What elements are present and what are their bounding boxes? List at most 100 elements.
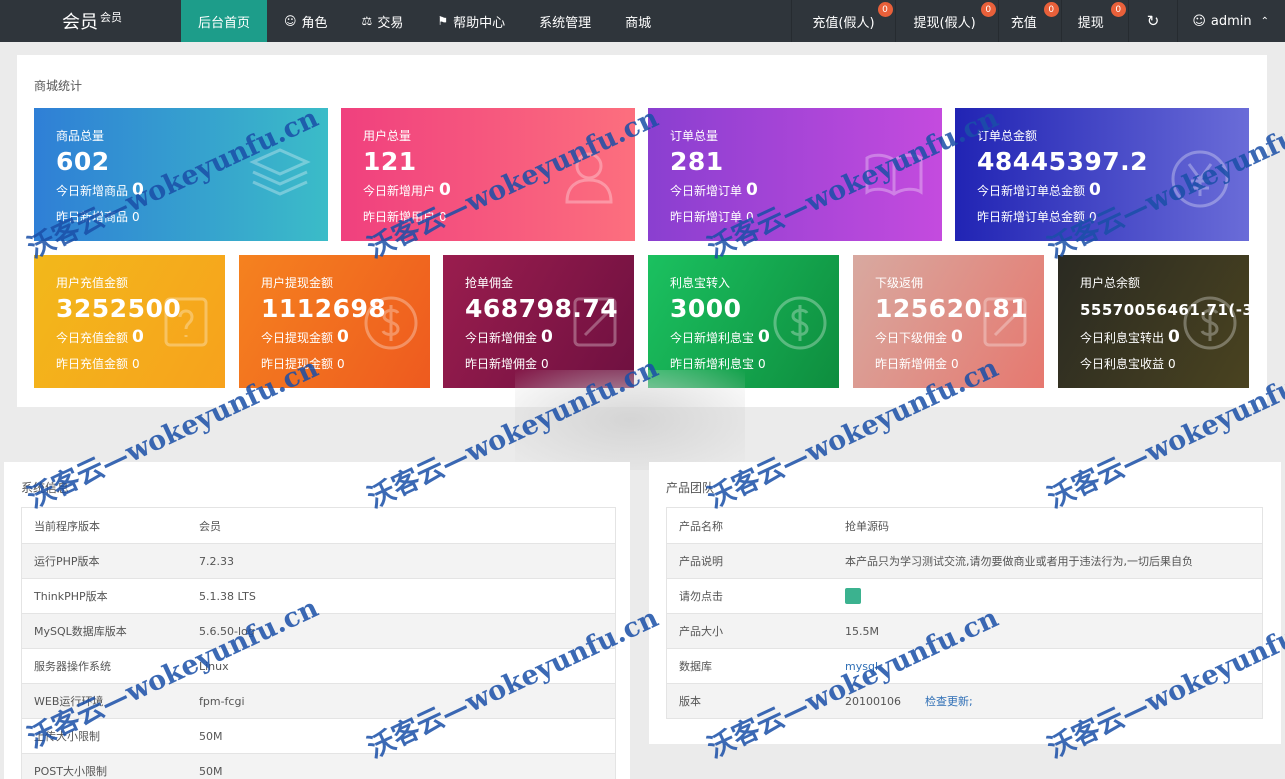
today-value: 0 [439,180,451,200]
yesterday-label: 昨日充值金额 [56,357,129,371]
row-key: 产品大小 [679,625,723,638]
nav-label: 角色 [301,15,328,31]
nav-item-system[interactable]: 系统管理 [522,0,608,42]
panel-title: 系统信息 [21,481,70,495]
row-key: 当前程序版本 [34,519,100,533]
edit-icon [573,297,617,347]
users-icon [565,152,613,204]
row-value: 7.2.33 [199,554,234,568]
caret-up-icon: ⌃ [1260,15,1269,27]
table-row: 版本 20100106 检查更新; [667,683,1262,718]
row-key: POST大小限制 [34,765,107,778]
nav-item-roles[interactable]: ☺ 角色 [267,0,345,42]
scale-icon: ⚖ [361,14,373,28]
row-value: Linux [199,659,229,673]
card-label: 利息宝转入 [670,276,731,290]
stat-card-total-balance[interactable]: 用户总余额 55570056461.71(-3149.0 今日利息宝转出0 今日… [1058,255,1249,388]
yesterday-value: 0 [758,357,766,371]
yesterday-label: 昨日新增佣金 [875,357,948,371]
row-key: 版本 [679,695,701,708]
card-today: 今日充值金额 0 [56,327,144,347]
row-value: 5.6.50-log [199,624,255,638]
card-label: 抢单佣金 [465,276,514,290]
table-row: WEB运行环境 fpm-fcgi [22,683,615,718]
yesterday-value: 0 [951,357,959,371]
nav-withdraw-fake[interactable]: 提现(假人) 0 [894,0,998,42]
row-value: 50M [199,729,223,743]
yen-icon [1171,150,1229,208]
yesterday-value: 0 [1168,357,1176,371]
card-label: 下级返佣 [875,276,924,290]
yesterday-label: 昨日新增订单总金额 [977,210,1086,224]
main-nav: 后台首页 ☺ 角色 ⚖ 交易 ⚑ 帮助中心 系统管理 商城 [181,0,668,42]
check-update-link[interactable]: 检查更新; [925,693,973,709]
stat-card-orders[interactable]: 订单总量 281 今日新增订单 0 昨日新增订单 0 [648,108,942,241]
system-info-panel: 系统信息 当前程序版本 会员 运行PHP版本 7.2.33 ThinkPHP版本 5.… [4,462,630,779]
refresh-button[interactable]: ↻ [1127,0,1178,42]
layers-icon [249,148,311,196]
user-menu[interactable]: ☺ admin ⌃ [1177,0,1285,42]
stat-card-withdraw[interactable]: 用户提现金额 1112698 今日提现金额 0 昨日提现金额 0 [239,255,430,388]
yesterday-label: 昨日新增订单 [670,210,743,224]
nav-item-help[interactable]: ⚑ 帮助中心 [420,0,522,42]
today-label: 今日新增订单总金额 [977,184,1086,198]
row-value: 15.5M [845,624,879,638]
card-yesterday: 昨日新增订单总金额 0 [977,208,1097,225]
today-label: 今日下级佣金 [875,331,948,345]
today-value: 0 [1168,327,1180,347]
row-key: WEB运行环境 [34,695,104,708]
today-value: 0 [337,327,349,347]
yesterday-label: 昨日新增商品 [56,210,129,224]
card-value: 48445397.2 [977,147,1149,176]
stat-card-order-amount[interactable]: 订单总金额 48445397.2 今日新增订单总金额 0 昨日新增订单总金额 0 [955,108,1249,241]
table-row: 当前程序版本 会员 [22,508,615,543]
stat-card-commission[interactable]: 抢单佣金 468798.74 今日新增佣金 0 昨日新增佣金 0 [443,255,634,388]
nav-item-home[interactable]: 后台首页 [181,0,268,42]
table-row: 数据库 mysql [667,648,1262,683]
stat-card-interest-in[interactable]: 利息宝转入 3000 今日新增利息宝 0 昨日新增利息宝 0 [648,255,839,388]
yesterday-value: 0 [132,357,140,371]
nav-item-mall[interactable]: 商城 [608,0,668,42]
card-today: 今日新增订单 0 [670,180,758,200]
card-yesterday: 昨日新增订单 0 [670,208,754,225]
card-value: 602 [56,147,110,176]
count-badge: 0 [980,2,996,17]
nav-label: 充值(假人) [812,15,875,31]
brand-name: 会员 [62,12,98,33]
brand-logo[interactable]: 会员 会员 [0,0,181,42]
yesterday-value: 0 [746,210,754,224]
dollar-icon [364,296,418,350]
today-label: 今日利息宝转出 [1080,331,1165,345]
stat-card-products[interactable]: 商品总量 602 今日新增商品 0 昨日新增商品 0 [34,108,328,241]
row-key: 产品说明 [679,555,723,568]
card-yesterday: 昨日新增佣金 0 [875,355,959,372]
today-value: 0 [132,327,144,347]
nav-label: 商城 [625,15,652,31]
nav-recharge-fake[interactable]: 充值(假人) 0 [791,0,894,42]
nav-recharge[interactable]: 充值 0 [997,0,1061,42]
card-yesterday: 昨日提现金额 0 [261,355,345,372]
row-key: MySQL数据库版本 [34,625,127,638]
today-label: 今日新增商品 [56,184,129,198]
table-row: POST大小限制 50M [22,753,615,779]
dollar-icon [1183,296,1237,350]
nav-item-trade[interactable]: ⚖ 交易 [345,0,421,42]
flag-icon: ⚑ [437,14,449,28]
card-today: 今日利息宝转出 0 [1080,327,1180,347]
row-value: 50M [199,764,223,778]
row-key: 产品名称 [679,519,723,533]
edit-icon [983,297,1027,347]
today-label: 今日新增用户 [363,184,436,198]
stat-card-sub-commission[interactable]: 下级返佣 125620.81 今日下级佣金 0 昨日新增佣金 0 [853,255,1044,388]
table-row: MySQL数据库版本 5.6.50-log [22,613,615,648]
stat-card-recharge[interactable]: 用户充值金额 3252500 今日充值金额 0 昨日充值金额 0 [34,255,225,388]
today-value: 0 [541,327,553,347]
count-badge: 0 [1043,2,1059,17]
row-value: 抢单源码 [845,519,889,533]
dollar-icon [773,296,827,350]
user-icon: ☺ [1192,13,1206,29]
stat-card-users[interactable]: 用户总量 121 今日新增用户 0 昨日新增用户 0 [341,108,635,241]
nav-label: 帮助中心 [453,15,506,31]
nav-withdraw[interactable]: 提现 0 [1060,0,1128,42]
qq-badge-icon[interactable] [845,588,861,604]
